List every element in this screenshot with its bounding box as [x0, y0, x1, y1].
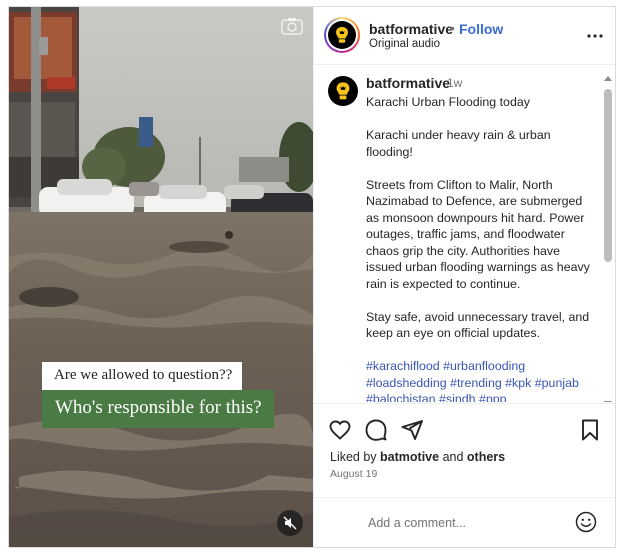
scroll-down-arrow-icon[interactable] [604, 401, 612, 402]
likes-summary: Liked by batmotive and others [330, 450, 505, 464]
caption-paragraph: Streets from Clifton to Malir, North Naz… [366, 177, 590, 291]
caption-username-link[interactable]: batformative [366, 75, 450, 91]
post-modal: Are we allowed to question?? Who's respo… [8, 6, 616, 548]
header-username-link[interactable]: batformative [369, 21, 453, 37]
scrollbar-thumb[interactable] [604, 89, 612, 262]
comment-bubble-icon[interactable] [364, 418, 388, 442]
video-caption-question: Are we allowed to question?? [42, 362, 243, 390]
more-options-icon[interactable] [586, 27, 604, 45]
post-actions: Liked by batmotive and others August 19 [314, 403, 615, 491]
caption-avatar[interactable] [328, 76, 358, 106]
flood-video-frame [9, 7, 313, 547]
caption-text: Karachi Urban Flooding today Karachi und… [366, 94, 596, 402]
post-time[interactable]: 1w [447, 76, 462, 90]
paper-plane-icon[interactable] [400, 418, 424, 442]
liked-prefix: Liked by [330, 450, 377, 464]
caption-paragraph: Karachi under heavy rain & urban floodin… [366, 128, 551, 159]
speaker-muted-icon [283, 516, 297, 530]
mute-button[interactable] [277, 510, 303, 536]
liked-and: and [442, 450, 464, 464]
heart-icon[interactable] [328, 418, 352, 442]
separator-dot: • [450, 20, 455, 36]
caption-area: batformative 1w Karachi Urban Flooding t… [314, 66, 615, 402]
bulb-logo-icon [336, 82, 350, 100]
avatar-story-ring[interactable] [324, 17, 360, 53]
liked-user-link[interactable]: batmotive [380, 450, 439, 464]
caption-paragraph: Stay safe, avoid unnecessary travel, and… [366, 309, 590, 341]
comment-input[interactable] [368, 512, 568, 534]
video-player[interactable]: Are we allowed to question?? Who's respo… [9, 7, 313, 547]
bookmark-icon[interactable] [578, 418, 602, 442]
caption-scrollbar[interactable] [603, 76, 613, 402]
post-date[interactable]: August 19 [330, 468, 377, 480]
post-details-panel: batformative • Follow Original audio bat… [313, 7, 615, 547]
hashtags[interactable]: #karachiflood #urbanflooding #loadsheddi… [366, 358, 596, 402]
camera-icon [281, 18, 303, 35]
caption-title: Karachi Urban Flooding today [366, 95, 530, 109]
post-header: batformative • Follow Original audio [314, 7, 615, 65]
scroll-up-arrow-icon[interactable] [604, 76, 612, 81]
follow-button[interactable]: Follow [459, 21, 503, 37]
comment-bar [314, 497, 615, 547]
audio-label[interactable]: Original audio [369, 38, 440, 50]
bulb-logo-icon [336, 27, 348, 43]
emoji-icon[interactable] [574, 510, 598, 534]
video-caption-responsible: Who's responsible for this? [42, 390, 274, 428]
liked-others-link[interactable]: others [467, 450, 505, 464]
